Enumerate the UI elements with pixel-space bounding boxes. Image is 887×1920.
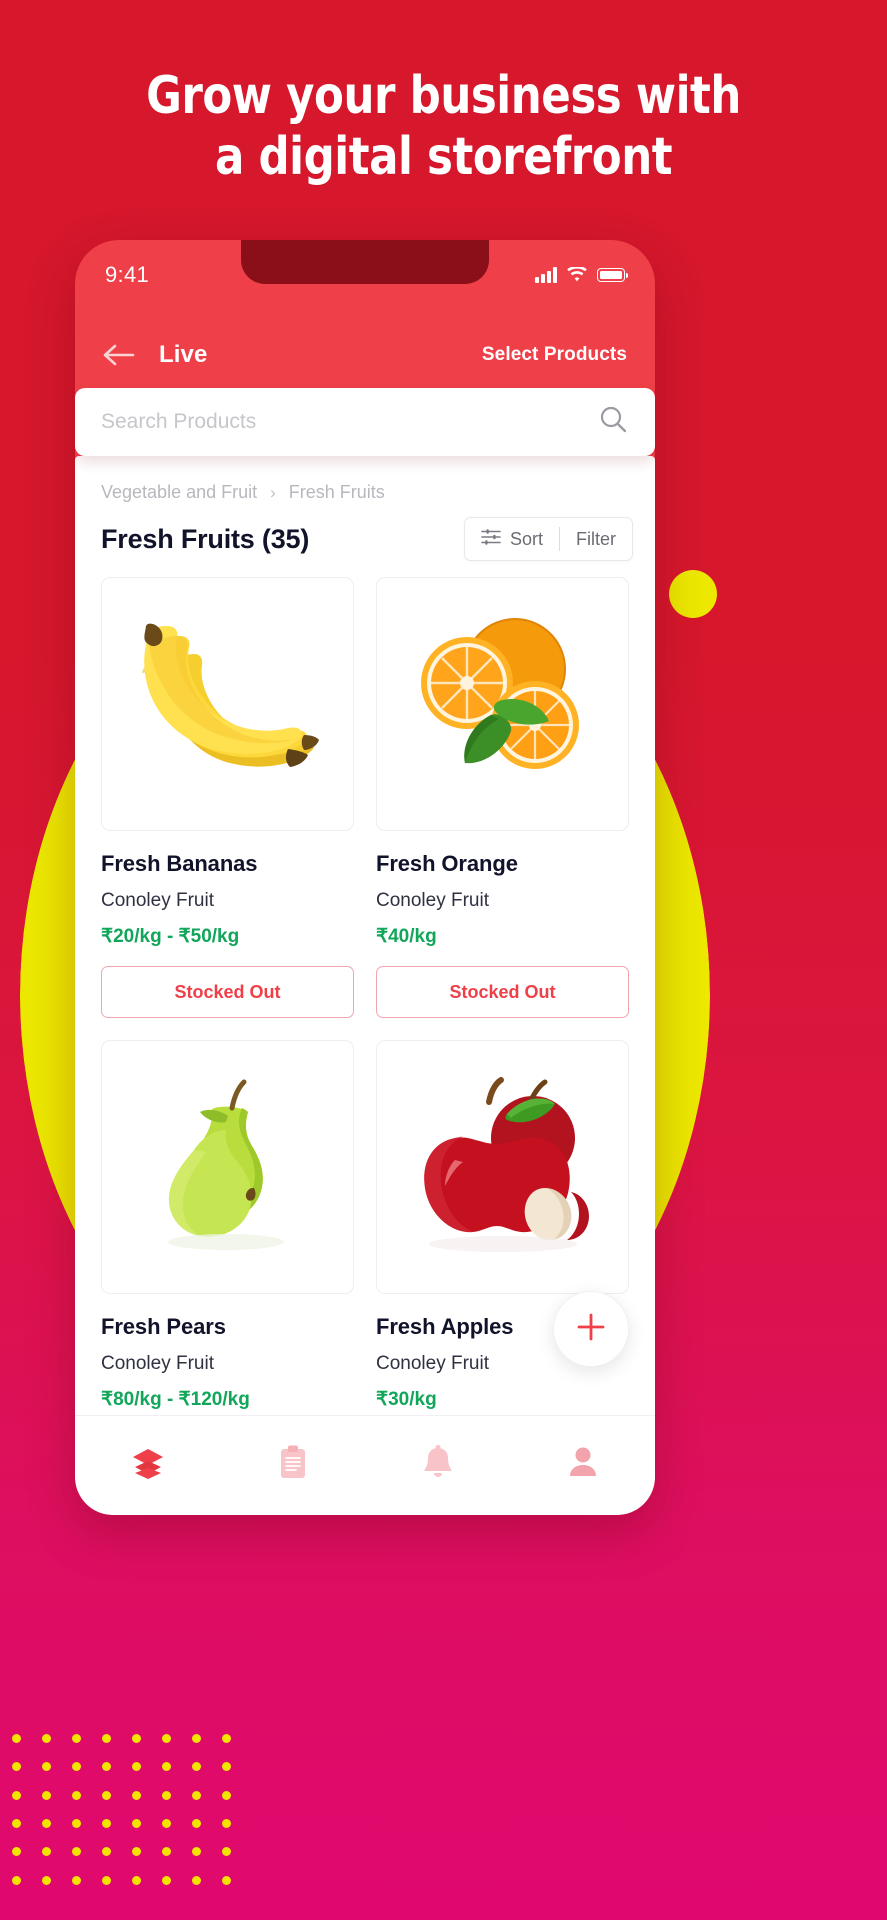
breadcrumb-parent[interactable]: Vegetable and Fruit [101,482,257,503]
tab-orders[interactable] [220,1444,365,1487]
add-product-button[interactable] [553,1291,629,1367]
listing-header: Fresh Fruits (35) Sort Filter [75,503,655,561]
nav-bar: Live Select Products [75,326,655,384]
search-bar: Search Products [75,388,655,456]
product-card[interactable]: Fresh Pears Conoley Fruit ₹80/kg - ₹120/… [101,1040,354,1411]
product-name: Fresh Orange [376,851,518,876]
person-icon [566,1444,600,1487]
headline-line-1: Grow your business with [146,66,741,126]
product-price: ₹20/kg - ₹50/kg [101,926,240,947]
nav-title: Live [159,341,208,368]
page-title: Grow your business with a digital storef… [31,66,856,189]
tab-catalog[interactable] [75,1444,220,1487]
bottom-tab-bar [75,1415,655,1515]
product-vendor: Conoley Fruit [376,890,489,911]
sort-button[interactable]: Sort [465,518,559,560]
product-price: ₹30/kg [376,1389,437,1410]
tab-profile[interactable] [510,1444,655,1487]
wifi-icon [566,267,588,283]
filter-label: Filter [576,528,616,549]
bell-icon [421,1444,455,1487]
product-vendor: Conoley Fruit [101,1353,214,1374]
battery-full-icon [597,268,629,282]
search-icon[interactable] [597,404,629,441]
product-price: ₹80/kg - ₹120/kg [101,1389,250,1410]
product-grid: Fresh Bananas Conoley Fruit ₹20/kg - ₹50… [75,561,655,1411]
clipboard-icon [276,1444,310,1487]
breadcrumb: Vegetable and Fruit › Fresh Fruits [75,456,655,503]
stocked-out-button[interactable]: Stocked Out [101,966,354,1018]
yellow-dot-grid-decoration [12,1734,252,1904]
filter-button[interactable]: Filter [560,518,632,560]
chevron-right-icon: › [270,482,276,502]
breadcrumb-current: Fresh Fruits [288,482,385,502]
status-time: 9:41 [105,262,150,287]
sliders-icon [481,527,501,552]
listing-title: Fresh Fruits (35) [101,523,310,554]
search-input[interactable]: Search Products [75,388,655,456]
layers-icon [129,1444,167,1487]
yellow-circle-decoration [669,570,717,618]
plus-icon [574,1310,608,1349]
product-vendor: Conoley Fruit [101,890,214,911]
product-image-apples [376,1040,629,1294]
product-image-oranges [376,577,629,831]
product-image-pears [101,1040,354,1294]
product-card[interactable]: Fresh Orange Conoley Fruit ₹40/kg Stocke… [376,577,629,1018]
select-products-button[interactable]: Select Products [482,344,627,366]
product-image-bananas [101,577,354,831]
stocked-out-button[interactable]: Stocked Out [376,966,629,1018]
sort-label: Sort [509,528,543,549]
cellular-signal-icon [535,267,557,283]
sort-filter-control: Sort Filter [463,517,633,561]
back-arrow-icon[interactable] [103,342,137,368]
status-icons [535,267,629,283]
headline-line-2: a digital storefront [214,127,673,188]
product-card[interactable]: Fresh Bananas Conoley Fruit ₹20/kg - ₹50… [101,577,354,1018]
product-name: Fresh Pears [101,1314,226,1339]
product-name: Fresh Bananas [101,851,258,876]
tab-notifications[interactable] [365,1444,510,1487]
phone-notch [241,240,489,284]
product-price: ₹40/kg [376,926,437,947]
phone-mockup: 9:41 Live Select Products Search Product… [75,240,655,1515]
search-placeholder: Search Products [101,410,257,433]
